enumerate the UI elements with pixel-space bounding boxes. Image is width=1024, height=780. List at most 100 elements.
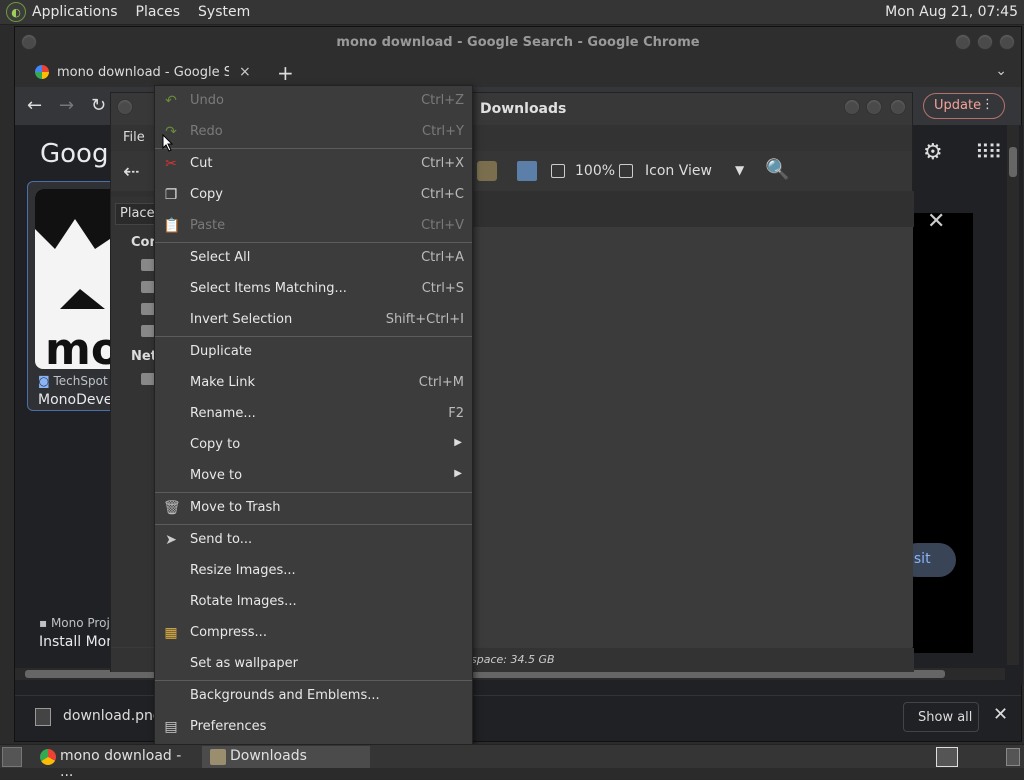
- trash-applet-icon[interactable]: [1006, 748, 1020, 766]
- image-result-card-2[interactable]: ▪ Mono Proj Install Mono: [27, 430, 124, 655]
- top-panel: ◐ Applications Places System Mon Aug 21,…: [0, 0, 1024, 25]
- google-favicon-icon: [35, 65, 49, 79]
- taskbar-item-downloads[interactable]: Downloads: [202, 746, 370, 768]
- result-title[interactable]: MonoDevel: [38, 392, 116, 408]
- kebab-menu-icon[interactable]: ⋮: [981, 97, 994, 112]
- download-bar-close-icon[interactable]: ✕: [993, 704, 1008, 725]
- preview-close-icon[interactable]: ✕: [927, 209, 945, 234]
- system-menu[interactable]: System: [198, 4, 250, 20]
- close-button[interactable]: [890, 99, 906, 115]
- clock[interactable]: Mon Aug 21, 07:45: [885, 4, 1018, 20]
- tab-search-chevron-icon[interactable]: ⌄: [995, 63, 1007, 79]
- file-view-area[interactable]: [473, 227, 913, 647]
- context-menu: ↶ Undo Ctrl+Z ↷ Redo Ctrl+Y ✂ Cut Ctrl+X ❐ …: [154, 85, 473, 745]
- forward-arrow-icon[interactable]: →: [59, 95, 74, 116]
- menu-item-copy[interactable]: ❐ Copy Ctrl+C: [155, 180, 472, 211]
- menu-item-select-all[interactable]: Select All Ctrl+A: [155, 243, 472, 274]
- computer-icon[interactable]: [517, 161, 537, 181]
- search-icon[interactable]: 🔍: [765, 157, 790, 181]
- sidebar-item-trash-icon[interactable]: [141, 325, 155, 337]
- menu-item-cut[interactable]: ✂ Cut Ctrl+X: [155, 149, 472, 180]
- copy-icon: ❐: [164, 187, 178, 203]
- send-icon: ➤: [165, 532, 177, 548]
- menu-item-select-items-matching[interactable]: Select Items Matching... Ctrl+S: [155, 274, 472, 305]
- menu-item-move-to[interactable]: Move to ▶: [155, 461, 472, 492]
- google-logo[interactable]: Googl: [40, 139, 116, 169]
- google-apps-grid-icon[interactable]: ⠿⠿: [975, 140, 1002, 164]
- menu-item-backgrounds-and-emblems[interactable]: Backgrounds and Emblems...: [155, 681, 472, 712]
- taskbar-item-chrome[interactable]: mono download - ...: [32, 746, 198, 780]
- paste-clipboard-icon: 📋: [163, 218, 181, 234]
- mono-logo-thumbnail: mo: [35, 189, 121, 369]
- zoom-out-icon[interactable]: [551, 164, 565, 178]
- tab-strip: mono download - Google Sear × + ⌄: [15, 57, 1021, 87]
- result-source-2: ▪ Mono Proj: [39, 616, 110, 630]
- bottom-taskbar: mono download - ... Downloads: [0, 744, 1024, 780]
- file-menu[interactable]: File: [123, 130, 145, 145]
- home-folder-icon[interactable]: [477, 161, 497, 181]
- menu-item-preferences[interactable]: ▤ Preferences: [155, 712, 472, 743]
- menu-item-compress[interactable]: ▦ Compress...: [155, 618, 472, 649]
- undo-icon: ↶: [165, 93, 177, 109]
- back-icon[interactable]: ⇠: [123, 159, 140, 183]
- submenu-arrow-icon: ▶: [454, 468, 462, 479]
- menu-item-send-to[interactable]: ➤ Send to...: [155, 525, 472, 556]
- back-arrow-icon[interactable]: ←: [27, 95, 42, 116]
- tab-close-icon[interactable]: ×: [239, 64, 251, 80]
- settings-gear-icon[interactable]: ⚙: [923, 140, 943, 165]
- maximize-button[interactable]: [977, 34, 993, 50]
- sidebar-item-filesystem-icon[interactable]: [141, 303, 155, 315]
- update-button[interactable]: Update ⋮: [923, 93, 1005, 119]
- window-menu-button[interactable]: [117, 99, 133, 115]
- workspace-switcher[interactable]: [936, 747, 958, 767]
- show-all-button[interactable]: Show all: [903, 702, 979, 732]
- menu-item-resize-images[interactable]: Resize Images...: [155, 556, 472, 587]
- menu-item-invert-selection[interactable]: Invert Selection Shift+Ctrl+I: [155, 305, 472, 336]
- show-desktop-icon[interactable]: [2, 747, 22, 767]
- close-button[interactable]: [999, 34, 1015, 50]
- scissors-icon: ✂: [165, 156, 177, 172]
- sidebar-item-desktop-icon[interactable]: [141, 281, 155, 293]
- chrome-icon: [40, 749, 56, 765]
- menu-item-paste[interactable]: 📋 Paste Ctrl+V: [155, 211, 472, 242]
- zoom-in-icon[interactable]: [619, 164, 633, 178]
- submenu-arrow-icon: ▶: [454, 437, 462, 448]
- vertical-scrollbar[interactable]: [1007, 125, 1019, 665]
- tab-title: mono download - Google Sear: [57, 64, 229, 80]
- chrome-titlebar[interactable]: mono download - Google Search - Google C…: [15, 27, 1021, 57]
- menu-item-redo[interactable]: ↷ Redo Ctrl+Y: [155, 117, 472, 148]
- zoom-level: 100%: [575, 163, 616, 179]
- download-filename[interactable]: download.png: [63, 708, 162, 724]
- menu-item-rename[interactable]: Rename... F2: [155, 399, 472, 430]
- menu-item-copy-to[interactable]: Copy to ▶: [155, 430, 472, 461]
- menu-item-make-link[interactable]: Make Link Ctrl+M: [155, 368, 472, 399]
- places-menu[interactable]: Places: [136, 4, 181, 20]
- applications-menu[interactable]: Applications: [32, 4, 118, 20]
- distro-logo-icon[interactable]: ◐: [6, 2, 26, 22]
- update-label: Update: [934, 98, 982, 113]
- menu-item-set-as-wallpaper[interactable]: Set as wallpaper: [155, 649, 472, 680]
- minimize-button[interactable]: [844, 99, 860, 115]
- menu-item-rotate-images[interactable]: Rotate Images...: [155, 587, 472, 618]
- free-space-label: space: 34.5 GB: [471, 653, 555, 666]
- menu-item-undo[interactable]: ↶ Undo Ctrl+Z: [155, 86, 472, 117]
- sidebar-item-network-icon[interactable]: [141, 373, 155, 385]
- reload-icon[interactable]: ↻: [91, 95, 106, 116]
- tab-mono-download[interactable]: mono download - Google Sear ×: [25, 57, 265, 87]
- view-mode-select[interactable]: Icon View: [645, 163, 712, 179]
- minimize-button[interactable]: [955, 34, 971, 50]
- view-mode-dropdown-icon[interactable]: ▼: [735, 163, 744, 177]
- trash-icon: 🗑: [163, 500, 181, 516]
- menu-item-duplicate[interactable]: Duplicate: [155, 337, 472, 368]
- image-result-card[interactable]: mo ◙ TechSpot MonoDevel: [27, 181, 122, 411]
- sidebar-item-home-icon[interactable]: [141, 259, 155, 271]
- new-tab-button[interactable]: +: [277, 61, 294, 85]
- mouse-cursor-icon: [162, 134, 174, 152]
- result-source: ◙ TechSpot: [38, 374, 108, 388]
- menu-item-move-to-trash[interactable]: 🗑 Move to Trash: [155, 493, 472, 524]
- image-preview-panel: [913, 213, 973, 653]
- archive-icon: ▦: [164, 625, 178, 641]
- maximize-button[interactable]: [866, 99, 882, 115]
- folder-icon: [210, 749, 226, 765]
- chrome-window-title: mono download - Google Search - Google C…: [336, 35, 700, 50]
